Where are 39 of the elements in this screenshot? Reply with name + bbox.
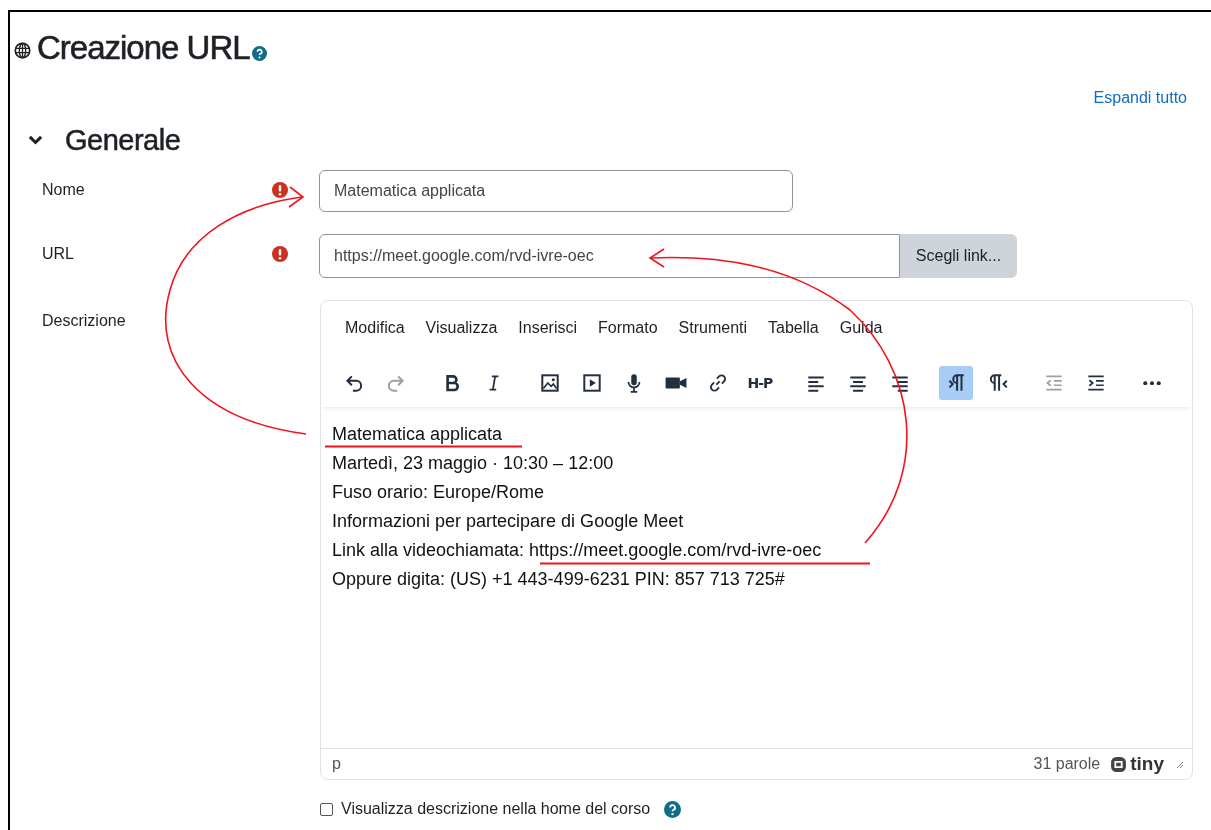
menu-item[interactable]: Inserisci [518,319,577,345]
editor-paragraph: Informazioni per partecipare di Google Meet [332,510,684,532]
checkbox-label: Visualizza descrizione nella home del corso [341,800,651,818]
choose-link-button[interactable]: Scegli link... [900,234,1017,278]
url-field[interactable]: https://meet.google.com/rvd-ivre-oec [319,234,900,278]
pilcrow-icon [987,372,1009,394]
section-title: Generale [65,123,181,157]
menu-item[interactable]: Strumenti [678,319,748,345]
menu-item[interactable]: Modifica [345,319,405,345]
field-label: Nome [42,180,86,199]
expand-all-link[interactable]: Espandi tutto [1093,89,1187,107]
menu-item[interactable]: Tabella [768,319,819,345]
more-icon [1143,380,1161,386]
name-field[interactable]: Matematica applicata [319,170,793,212]
menu-item[interactable]: Formato [598,319,658,345]
tiny-logo-icon [1110,755,1128,773]
h5p-button[interactable]: H-P [743,366,777,400]
help-icon[interactable] [664,800,682,818]
link-icon [707,372,729,394]
toolbar-button[interactable] [939,366,973,400]
help-icon[interactable] [251,45,267,61]
editor-paragraph: Martedì, 23 maggio · 10:30 – 12:00 [332,452,614,474]
menu-item[interactable]: Visualizza [425,319,498,345]
page-title: Creazione URL [37,29,250,67]
element-path[interactable]: p [332,755,341,773]
globe-icon [14,41,31,59]
word-count: 31 parole [1033,755,1101,773]
chevron-icon[interactable] [28,135,43,145]
checkbox[interactable] [320,802,333,816]
image-icon [539,372,561,394]
resize-handle-icon[interactable] [1174,759,1184,769]
editor-paragraph: Oppure digita: (US) +1 443-499-6231 PIN: 857 713 725# [332,568,785,590]
editor-paragraph: Matematica applicata [332,423,503,445]
editor-paragraph: Link alla videochiamata: https://meet.google.com/rvd-ivre-oec [332,539,822,561]
play-icon [581,372,603,394]
tiny-logo-text: tiny [1130,753,1164,775]
field-label: URL [42,244,75,263]
editor-paragraph: Fuso orario: Europe/Rome [332,481,545,503]
field-label: Descrizione [42,311,127,330]
